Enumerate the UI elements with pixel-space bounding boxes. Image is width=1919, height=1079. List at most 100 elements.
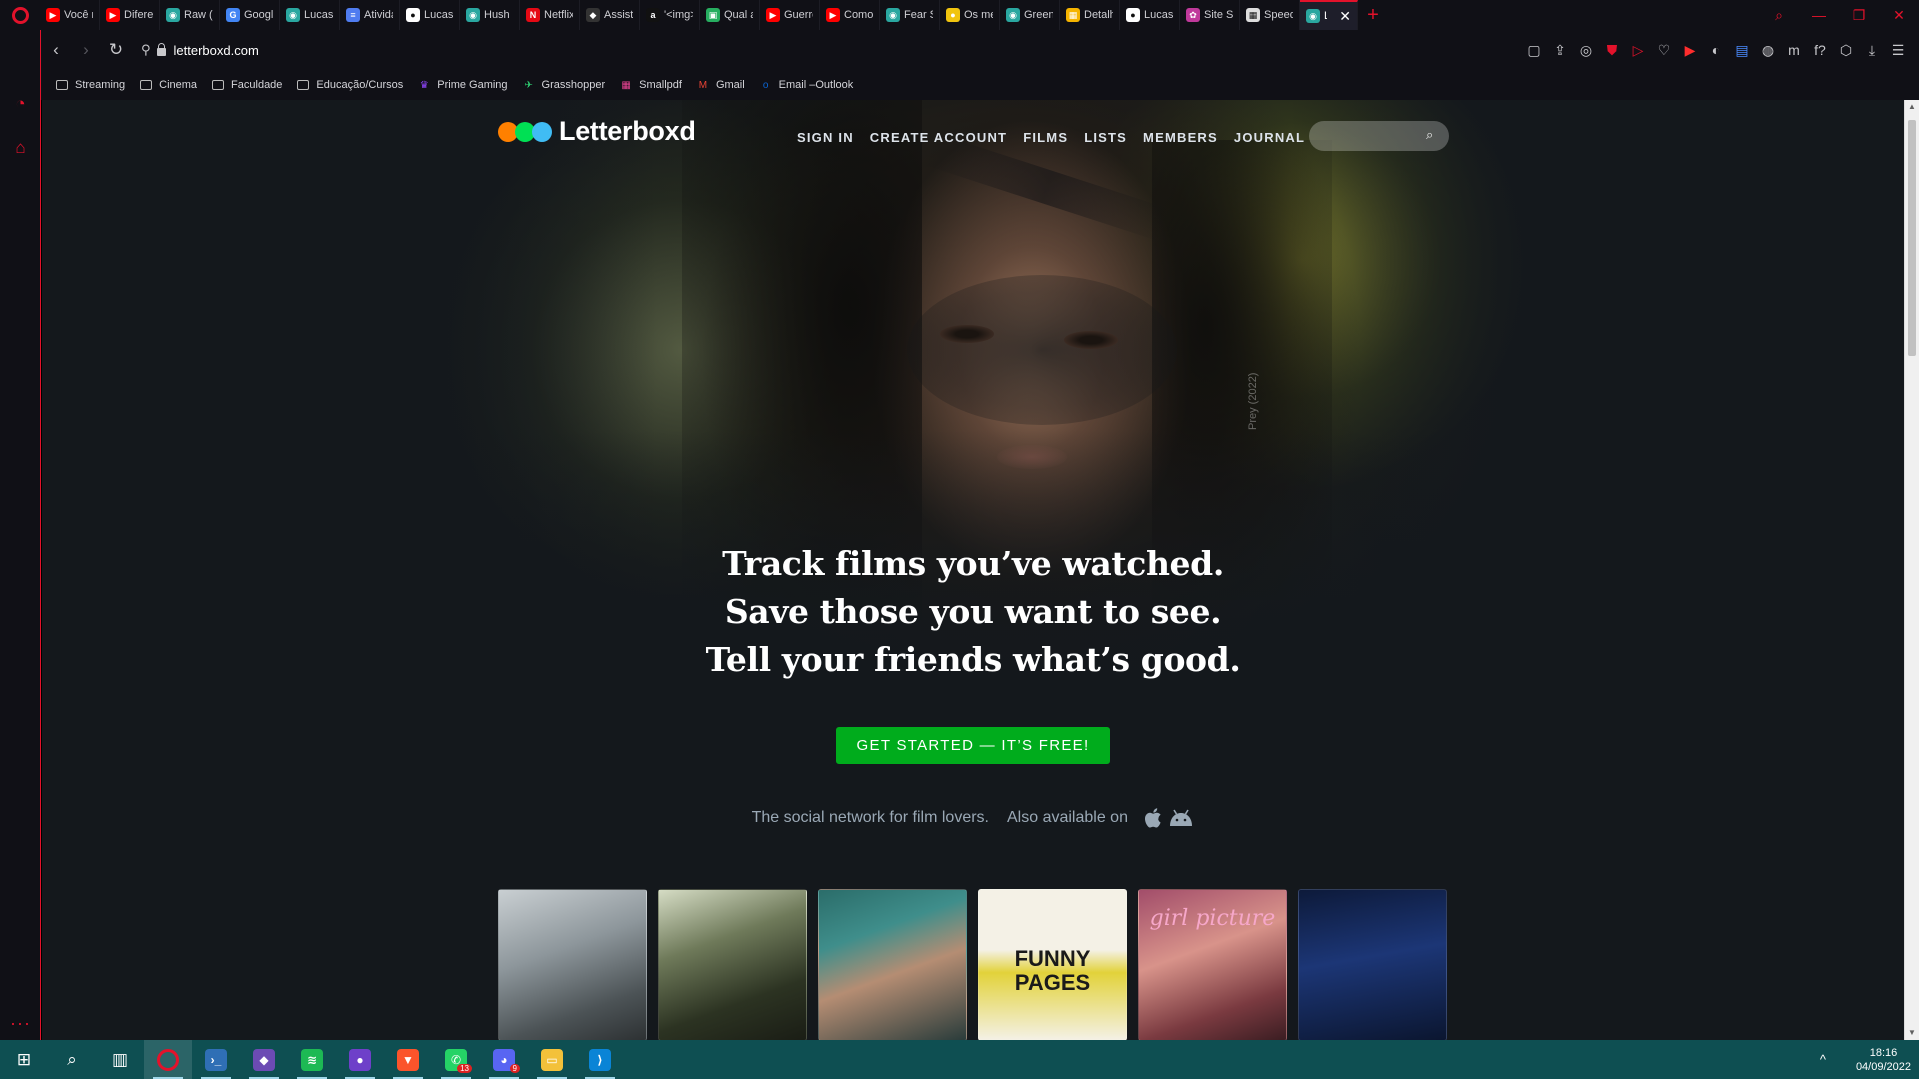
site-info-icon[interactable]: ⚲	[141, 42, 151, 58]
extension-icon[interactable]: ▷	[1625, 37, 1651, 63]
scroll-down-arrow[interactable]: ▼	[1908, 1028, 1916, 1038]
sidebar-more-icon[interactable]: ···	[0, 1013, 41, 1034]
minimize-button[interactable]: —	[1799, 0, 1839, 30]
browser-tab[interactable]: ◉ Fear Str	[880, 0, 940, 30]
browser-tab[interactable]: ▶ Guerreir	[760, 0, 820, 30]
taskbar-start[interactable]: ⊞	[0, 1040, 48, 1079]
extension-icon[interactable]: m	[1781, 37, 1807, 63]
restore-button[interactable]: ❐	[1839, 0, 1879, 30]
url-text[interactable]: letterboxd.com	[174, 43, 259, 58]
browser-tab[interactable]: ✿ Site Scre	[1180, 0, 1240, 30]
extension-icon[interactable]: ◍	[1755, 37, 1781, 63]
browser-tab[interactable]: ◉ Raw (20	[160, 0, 220, 30]
browser-tab[interactable]: ◆ Assistir	[580, 0, 640, 30]
search-input[interactable]: ⌕	[1309, 121, 1449, 151]
tab-search-button[interactable]: ⌕	[1759, 0, 1799, 30]
taskbar-github[interactable]: ●	[336, 1040, 384, 1079]
browser-tab[interactable]: ◉ Hush (2	[460, 0, 520, 30]
get-started-button[interactable]: GET STARTED — IT’S FREE!	[836, 727, 1110, 764]
browser-tab[interactable]: ◉ Green R	[1000, 0, 1060, 30]
scroll-thumb[interactable]	[1908, 120, 1916, 356]
bookmark-item[interactable]: M Gmail	[696, 79, 745, 91]
bookmark-item[interactable]: Streaming	[55, 79, 125, 91]
browser-tab[interactable]: ▶ Como p	[820, 0, 880, 30]
taskbar-spotify[interactable]: ≋	[288, 1040, 336, 1079]
extension-icon[interactable]: ⇪	[1547, 37, 1573, 63]
film-poster[interactable]	[498, 889, 647, 1040]
browser-tab[interactable]: ≡ Atividad	[340, 0, 400, 30]
browser-tab[interactable]: a '<img>'	[640, 0, 700, 30]
browser-tab[interactable]: N Netflix	[520, 0, 580, 30]
film-poster[interactable]	[1298, 889, 1447, 1040]
film-poster[interactable]	[818, 889, 967, 1040]
browser-tab[interactable]: ● LucasM	[1120, 0, 1180, 30]
nav-films[interactable]: FILMS	[1023, 130, 1068, 145]
nav-sign-in[interactable]: SIGN IN	[797, 130, 854, 145]
film-poster[interactable]: girl picture	[1138, 889, 1287, 1040]
browser-tab[interactable]: ▶ Diferenç	[100, 0, 160, 30]
search-icon[interactable]: ⌕	[1426, 127, 1440, 142]
extension-icon[interactable]: ⬡	[1833, 37, 1859, 63]
film-poster[interactable]: FUNNY PAGES	[978, 889, 1127, 1040]
forward-button[interactable]: ›	[71, 35, 101, 65]
letterboxd-logo[interactable]: Letterboxd	[498, 116, 696, 147]
extension-icon[interactable]: ⛊	[1599, 37, 1625, 63]
extension-icon[interactable]: ▤	[1729, 37, 1755, 63]
browser-tab[interactable]: ● LucasM	[400, 0, 460, 30]
url-field[interactable]: ⚲ letterboxd.com	[141, 35, 1521, 65]
bookmark-item[interactable]: ♛ Prime Gaming	[417, 79, 508, 91]
extension-icon[interactable]: ◐	[1703, 37, 1729, 63]
nav-create-account[interactable]: CREATE ACCOUNT	[870, 130, 1007, 145]
apple-icon[interactable]	[1144, 807, 1162, 829]
nav-journal[interactable]: JOURNAL	[1234, 130, 1305, 145]
extension-icon[interactable]: ♡	[1651, 37, 1677, 63]
reload-button[interactable]: ↻	[101, 35, 131, 65]
tray-chevron-icon[interactable]: ^	[1820, 1052, 1826, 1067]
bookmark-item[interactable]: ✈ Grasshopper	[522, 79, 605, 91]
active-tab[interactable]: ◉ Lett ✕	[1300, 0, 1358, 30]
page-scrollbar[interactable]: ▲ ▼	[1904, 100, 1919, 1040]
bookmark-item[interactable]: Educação/Cursos	[296, 79, 403, 91]
extension-icon[interactable]: ☰	[1885, 37, 1911, 63]
browser-tab[interactable]: ▶ Você me	[40, 0, 100, 30]
extension-icon[interactable]: ▶	[1677, 37, 1703, 63]
extension-icon[interactable]: ◎	[1573, 37, 1599, 63]
taskbar-app-purple[interactable]: ◆	[240, 1040, 288, 1079]
new-tab-button[interactable]: +	[1358, 4, 1388, 27]
browser-tab[interactable]: ◉ Lucas M	[280, 0, 340, 30]
taskbar-search[interactable]: ⌕	[48, 1040, 96, 1079]
bookmark-item[interactable]: Cinema	[139, 79, 197, 91]
extension-icon[interactable]: ⤓	[1859, 37, 1885, 63]
back-button[interactable]: ‹	[41, 35, 71, 65]
extension-icon[interactable]: f?	[1807, 37, 1833, 63]
taskbar-brave[interactable]: ▼	[384, 1040, 432, 1079]
browser-tab[interactable]: ▦ Speed D	[1240, 0, 1300, 30]
browser-tab[interactable]: G Google T	[220, 0, 280, 30]
scroll-up-arrow[interactable]: ▲	[1908, 102, 1916, 112]
browser-tab[interactable]: ▦ Detalhe	[1060, 0, 1120, 30]
android-icon[interactable]	[1168, 809, 1194, 827]
close-tab-icon[interactable]: ✕	[1339, 8, 1351, 25]
speed-dial-icon[interactable]: ◔	[0, 82, 41, 126]
backdrop-credit[interactable]: Prey (2022)	[1247, 373, 1259, 430]
opera-menu-button[interactable]	[0, 0, 40, 30]
bookmark-item[interactable]: o Email –Outlook	[759, 79, 853, 91]
bookmark-item[interactable]: ▦ Smallpdf	[619, 79, 682, 91]
extension-icon[interactable]: ▢	[1521, 37, 1547, 63]
close-window-button[interactable]: ✕	[1879, 0, 1919, 30]
taskbar-file-explorer[interactable]: ▭	[528, 1040, 576, 1079]
film-poster[interactable]	[658, 889, 807, 1040]
nav-lists[interactable]: LISTS	[1084, 130, 1127, 145]
taskbar-powershell[interactable]: ›_	[192, 1040, 240, 1079]
taskbar-whatsapp[interactable]: ✆ 13	[432, 1040, 480, 1079]
browser-tab[interactable]: ▣ Qual a n	[700, 0, 760, 30]
browser-tab[interactable]: ● Os melh	[940, 0, 1000, 30]
bookmark-item[interactable]: Faculdade	[211, 79, 282, 91]
taskbar-task-view[interactable]: ▥	[96, 1040, 144, 1079]
taskbar-discord[interactable]: ◕ 9	[480, 1040, 528, 1079]
taskbar-vscode[interactable]: ⟩	[576, 1040, 624, 1079]
taskbar-opera[interactable]: O	[144, 1040, 192, 1079]
my-flow-icon[interactable]: ⌂	[0, 126, 41, 170]
nav-members[interactable]: MEMBERS	[1143, 130, 1218, 145]
clock[interactable]: 18:16 04/09/2022	[1856, 1046, 1911, 1074]
